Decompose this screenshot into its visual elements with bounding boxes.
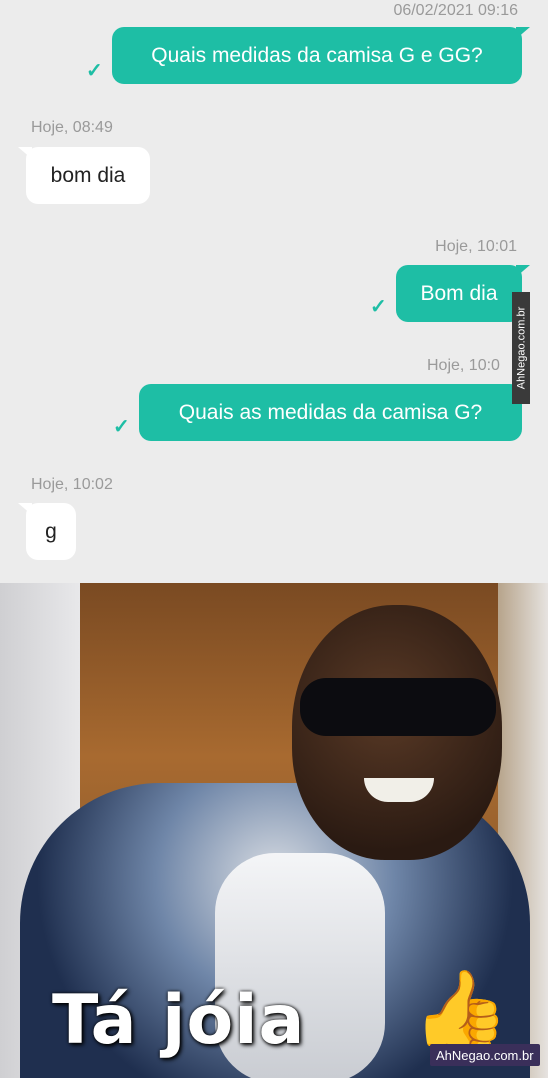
message-bubble-outgoing[interactable]: Bom dia — [396, 265, 530, 322]
message-text: g — [45, 519, 57, 543]
message-timestamp: 06/02/2021 09:16 — [393, 2, 518, 19]
message-text: Bom dia — [420, 281, 498, 305]
message-bubble-outgoing[interactable]: Quais medidas da camisa G e GG? — [112, 27, 530, 84]
watermark-text: AhNegao.com.br — [515, 306, 528, 390]
meme-photo: Tá jóia 👍 AhNegao.com.br — [0, 583, 548, 1078]
bubble-tail — [516, 27, 530, 39]
check-icon: ✓ — [86, 60, 103, 82]
message-timestamp: Hoje, 08:49 — [31, 119, 113, 136]
watermark-side: AhNegao.com.br — [512, 292, 530, 404]
message-bubble-outgoing[interactable]: Quais as medidas da camisa G? — [139, 384, 530, 441]
bubble-tail — [18, 503, 32, 515]
thumbs-up-icon: 👍 — [412, 966, 510, 1054]
message-timestamp: Hoje, 10:02 — [31, 476, 113, 493]
check-icon: ✓ — [113, 416, 130, 438]
watermark-bottom: AhNegao.com.br — [430, 1044, 540, 1066]
message-timestamp: Hoje, 10:0 — [427, 357, 500, 374]
sunglasses — [300, 678, 496, 736]
chat-area: 06/02/2021 09:16 ✓ Quais medidas da cami… — [0, 0, 548, 583]
bubble-tail — [516, 265, 530, 277]
bubble-tail — [18, 147, 32, 159]
meme-caption: Tá jóia — [52, 981, 306, 1060]
message-text: Quais as medidas da camisa G? — [178, 400, 483, 424]
message-bubble-incoming[interactable]: bom dia — [18, 147, 150, 204]
message-timestamp: Hoje, 10:01 — [435, 238, 517, 255]
message-text: Quais medidas da camisa G e GG? — [151, 43, 483, 67]
message-text: bom dia — [50, 163, 126, 187]
message-bubble-incoming[interactable]: g — [18, 503, 76, 560]
check-icon: ✓ — [370, 296, 387, 318]
